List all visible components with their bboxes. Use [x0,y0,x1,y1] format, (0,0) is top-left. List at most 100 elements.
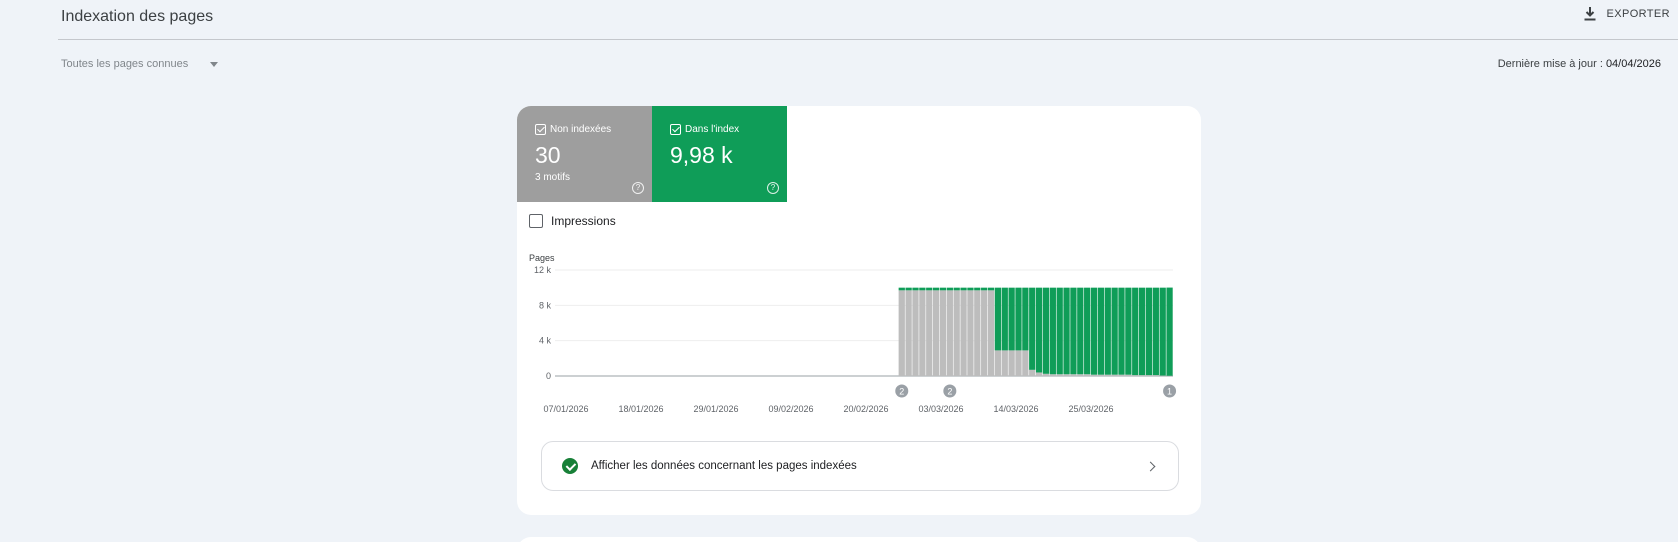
bar-segment [905,290,912,376]
bar-segment [1056,374,1063,376]
bar-segment [946,290,953,376]
x-tick-label: 07/01/2026 [543,404,588,414]
bar-segment [1132,375,1139,376]
last-update: Dernière mise à jour : 04/04/2026 [1498,58,1661,70]
bar-segment [1097,374,1105,376]
bar-segment [1138,375,1146,376]
tile-indexed-label: Dans l'index [685,124,740,135]
bar-segment [1138,287,1146,376]
bar-segment [1029,287,1036,370]
download-icon [1584,7,1596,21]
tile-indexed[interactable]: Dans l'index 9,98 k ? [652,106,787,202]
x-tick-label: 29/01/2026 [693,404,738,414]
bar-segment [1166,287,1173,376]
annotation-label: 2 [947,387,952,397]
y-tick-label: 8 k [539,300,552,310]
bar-segment [919,287,926,291]
annotation-label: 1 [1167,387,1172,397]
pages-filter-select[interactable]: Toutes les pages connues [61,58,219,70]
bar-segment [994,350,1002,376]
bar-segment [1084,374,1091,376]
last-update-date: 04/04/2026 [1605,58,1661,70]
bar-segment [1125,374,1132,376]
bar-segment [953,290,960,376]
bar-segment [967,287,974,291]
bar-segment [1090,374,1098,376]
impressions-label: Impressions [551,214,616,228]
check-circle-icon [562,458,578,474]
bar-segment [1145,375,1153,376]
checkbox-checked-icon [535,124,546,135]
y-tick-label: 12 k [534,265,552,275]
bar-segment [1159,287,1166,376]
header-divider [58,39,1678,40]
bar-segment [905,287,912,291]
bar-segment [1118,287,1125,375]
pages-chart: Pages 12 k 8 k 4 k 0 07/01/2026 18/01/2026 29/0… [529,253,1177,414]
bar-segment [898,290,905,376]
bar-segment [1111,287,1118,375]
indexed-pages-link[interactable]: Afficher les données concernant les page… [541,441,1179,491]
bar-segment [981,290,988,376]
bar-segment [1049,287,1056,375]
impressions-toggle[interactable]: Impressions [529,214,616,228]
tile-not-indexed-value: 30 [535,142,561,168]
bar-segment [1070,374,1077,376]
bar-segment [1063,374,1070,376]
bar-segment [994,287,1002,351]
page-title: Indexation des pages [61,8,214,25]
bar-segment [1015,350,1022,376]
bar-segment [974,290,981,376]
y-axis-label: Pages [529,253,555,263]
checkbox-checked-icon [670,124,681,135]
bar-segment [981,287,988,291]
bar-segment [967,290,974,376]
bar-segment [987,287,995,291]
bar-segment [1125,287,1132,375]
bar-segment [1145,287,1153,376]
x-tick-label: 03/03/2026 [918,404,963,414]
tile-not-indexed-label: Non indexées [550,124,612,135]
x-tick-label: 14/03/2026 [993,404,1038,414]
bar-segment [1056,287,1063,375]
export-label: EXPORTER [1606,8,1670,20]
help-icon[interactable]: ? [767,182,779,194]
bar-segment [912,290,919,376]
bar-segment [898,287,905,291]
bar-segment [939,287,947,291]
bar-segment [960,287,967,291]
bar-segment [1022,350,1029,376]
bar-segment [919,290,926,376]
bar-segment [946,287,953,291]
y-tick-label: 4 k [539,336,552,346]
export-button[interactable]: EXPORTER [1582,6,1670,22]
indexed-pages-link-label: Afficher les données concernant les page… [591,460,857,472]
bar-segment [912,287,919,291]
bar-segment [974,287,981,291]
annotation-label: 2 [899,387,904,397]
bar-segment [1015,287,1022,351]
bar-segment [1042,373,1050,376]
bar-segment [1022,287,1029,351]
bar-segment [1001,287,1008,351]
tile-not-indexed-reasons: 3 motifs [535,172,571,183]
bar-segment [1035,287,1043,373]
bar-segment [932,287,940,291]
bar-segment [1042,287,1050,374]
bar-segment [1077,287,1084,375]
help-icon[interactable]: ? [632,182,644,194]
chevron-right-icon [1145,461,1156,471]
bar-segment [1070,287,1077,375]
caret-down-icon [210,61,219,67]
second-card [517,537,1201,542]
checkbox-unchecked-icon[interactable] [529,214,543,228]
bar-segment [1090,287,1098,375]
bar-segment [926,287,933,291]
bar-segment [926,290,933,376]
tile-indexed-value: 9,98 k [670,142,733,168]
bar-segment [1008,350,1015,376]
tile-not-indexed[interactable]: Non indexées 30 3 motifs ? [517,106,652,202]
bar-segment [1132,287,1139,376]
bar-segment [1118,374,1125,376]
bar-segment [1035,372,1043,376]
